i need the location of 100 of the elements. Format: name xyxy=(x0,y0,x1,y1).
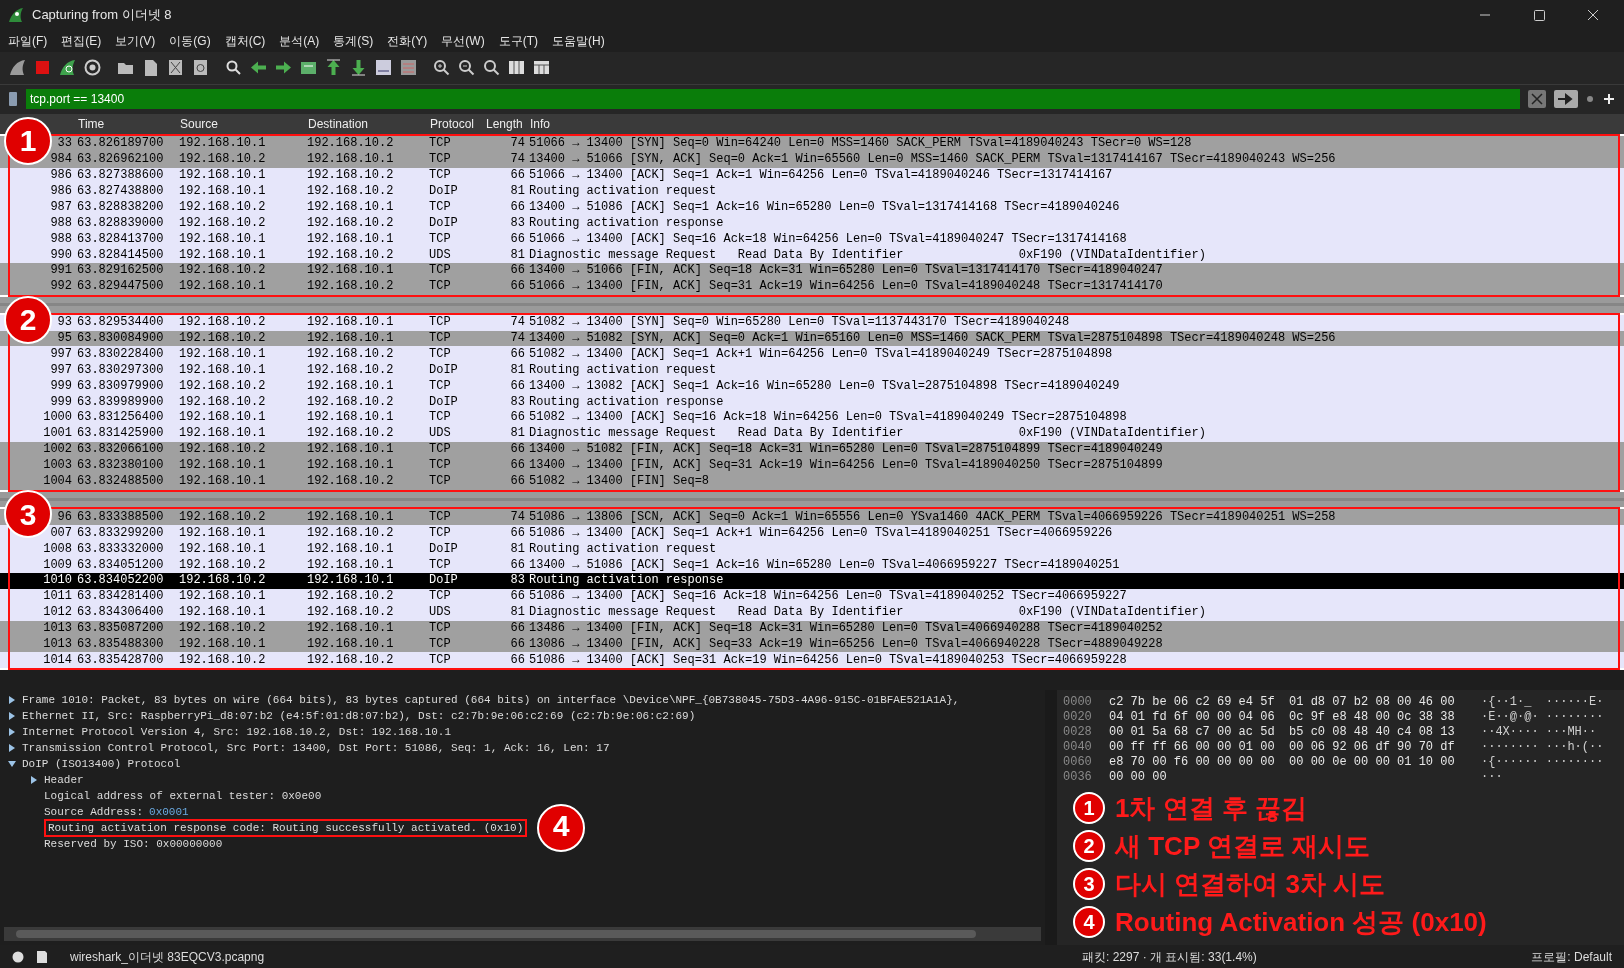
profile-label[interactable]: 프로필: Default xyxy=(1531,947,1612,966)
column-header[interactable]: Protocol xyxy=(429,114,485,133)
table-cell: 192.168.10.1 xyxy=(307,459,394,473)
display-filter-field[interactable]: tcp.port == 13400 xyxy=(26,89,1520,110)
table-cell: Diagnostic message Request Read Data By Identifier 0xF190 (VINDataIdentifier) xyxy=(529,606,1206,620)
packet-row[interactable]: 1008 63.833332000 192.168.10.1 192.168.10.1 DoIP 81 Routing activation request xyxy=(0,541,1624,558)
colorize-icon[interactable] xyxy=(399,58,418,78)
table-cell: 1003 xyxy=(43,459,72,473)
zoom-in-icon[interactable] xyxy=(432,58,451,78)
packet-row[interactable]: 990 63.828414500 192.168.10.1 192.168.10.2 UDS 81 Diagnostic message Request Read Data By Identifier 0xF190 (VINDataIdentifier) xyxy=(0,247,1624,264)
zoom-out-icon[interactable] xyxy=(457,58,476,78)
table-cell: 192.168.10.1 xyxy=(179,137,266,151)
packet-row[interactable]: 988 63.828413700 192.168.10.1 192.168.10.1 TCP 66 51066 → 13400 [ACK] Seq=16 Ack=18 Win=64256 Len=0 TSval=4189040247 TSecr=1317414168 xyxy=(0,231,1624,248)
menu-item[interactable]: 통계(S) xyxy=(333,32,374,50)
table-cell: 192.168.10.2 xyxy=(307,526,394,540)
table-cell: UDS xyxy=(429,606,451,620)
packet-row[interactable]: 1000 63.831256400 192.168.10.1 192.168.10.1 TCP 66 51082 → 13400 [ACK] Seq=16 Ack=18 Win=64256 Len=0 TSval=4189040249 TSecr=2875104898 xyxy=(0,410,1624,426)
detail-text[interactable]: Transmission Control Protocol, Src Port: 13400, Dst Port: 51086, Seq: 1, Ack: 16, Len: 17 xyxy=(22,741,610,756)
table-cell: 63.829162500 xyxy=(77,264,164,278)
note-icon[interactable] xyxy=(36,949,48,964)
menu-item[interactable]: 분석(A) xyxy=(279,32,320,50)
link[interactable]: 0x0001 xyxy=(149,804,189,821)
table-cell: 13400 → 51066 [FIN, ACK] Seq=18 Ack=31 Win=65280 Len=0 TSval=1317414170 TSecr=4189040247 xyxy=(529,264,1163,278)
table-cell: 95 xyxy=(57,332,72,346)
packet-row[interactable]: 991 63.829162500 192.168.10.2 192.168.10.1 TCP 66 13400 → 51066 [FIN, ACK] Seq=18 Ack=31 Win=65280 Len=0 TSval=1317414170 TSecr=4189040247 xyxy=(0,263,1624,279)
detail-text[interactable]: Reserved by ISO: 0x00000000 xyxy=(44,837,223,852)
menu-item[interactable]: 보기(V) xyxy=(115,32,156,50)
target-icon[interactable] xyxy=(83,58,102,78)
circle-icon[interactable] xyxy=(12,950,24,963)
menu-item[interactable]: 전화(Y) xyxy=(387,32,428,50)
menu-item[interactable]: 캡처(C) xyxy=(224,32,266,50)
clear-icon[interactable] xyxy=(1528,90,1546,109)
column-header[interactable]: Source xyxy=(179,114,307,133)
highlighted-detail-text[interactable]: Routing activation response code: Routing successfully activated. (0x10) xyxy=(44,819,528,838)
packet-row[interactable]: 997 63.830297300 192.168.10.1 192.168.10.2 DoIP 81 Routing activation request xyxy=(0,362,1624,379)
table-cell: 74 xyxy=(510,137,525,151)
number-badge: 4 xyxy=(1073,906,1105,939)
triangle-right-icon[interactable] xyxy=(30,776,38,785)
menu-item[interactable]: 이동(G) xyxy=(169,32,211,50)
reload-file-icon[interactable] xyxy=(191,58,210,78)
table-cell: 66 xyxy=(510,653,525,667)
column-header[interactable]: Info xyxy=(529,114,1624,133)
detail-text[interactable]: Logical address of external tester: 0x0e00 xyxy=(44,789,322,804)
table-cell: 13400 → 13082 [ACK] Seq=1 Ack=16 Win=65280 Len=0 TSval=2875104898 TSecr=4189040249 xyxy=(529,379,1120,393)
packet-row[interactable]: 999 63.830979900 192.168.10.2 192.168.10.1 TCP 66 13400 → 13082 [ACK] Seq=1 Ack=16 Win=65280 Len=0 TSval=2875104898 TSecr=4189040249 xyxy=(0,378,1624,395)
table-cell: 988 xyxy=(50,216,72,230)
menu-item[interactable]: 파일(F) xyxy=(8,32,48,50)
menu-item[interactable]: 도움말(H) xyxy=(552,32,605,50)
detail-text[interactable]: DoIP (ISO13400) Protocol xyxy=(22,757,181,772)
plus-icon[interactable] xyxy=(1602,92,1616,107)
packet-row[interactable]: 999 63.839989900 192.168.10.2 192.168.10.2 DoIP 83 Routing activation response xyxy=(0,394,1624,411)
arrow-up-icon[interactable] xyxy=(324,58,343,78)
menu-item[interactable]: 편집(E) xyxy=(61,32,102,50)
triangle-right-icon[interactable] xyxy=(8,712,16,721)
column-header[interactable]: Length xyxy=(485,114,529,133)
shark-fin-icon[interactable] xyxy=(8,58,27,78)
zoom-reset-icon[interactable] xyxy=(482,58,501,78)
close-file-icon[interactable] xyxy=(166,58,185,78)
arrow-down-icon[interactable] xyxy=(349,58,368,78)
menu-item[interactable]: 무선(W) xyxy=(441,32,485,50)
table-cell: 63.831425900 xyxy=(77,427,164,441)
triangle-down-icon[interactable] xyxy=(8,760,16,769)
triangle-right-icon[interactable] xyxy=(8,744,16,753)
table-cell: 83 xyxy=(510,574,525,588)
packet-row[interactable]: 987 63.828838200 192.168.10.2 192.168.10.1 TCP 66 13400 → 51086 [ACK] Seq=1 Ack=16 Win=65280 Len=0 TSval=1317414168 TSecr=4189040246 xyxy=(0,199,1624,216)
detail-text[interactable]: Header xyxy=(44,773,84,788)
packet-row[interactable]: 988 63.828839000 192.168.10.2 192.168.10.2 DoIP 83 Routing activation response xyxy=(0,215,1624,232)
column-header[interactable]: Time xyxy=(77,114,179,133)
detail-text[interactable]: Frame 1010: Packet, 83 bytes on wire (664 bits), 83 bytes captured (664 bits) on interface \Device\NPF_{0B738045-75D3-4A96-915C-01BFAE521A1A}, xyxy=(22,693,960,708)
dot-icon[interactable] xyxy=(1586,95,1594,104)
table-cell: TCP xyxy=(429,200,451,214)
table-cell: 66 xyxy=(510,280,525,294)
table-cell: 96 xyxy=(57,510,72,524)
triangle-right-icon[interactable] xyxy=(8,696,16,705)
hex-bytes: 00 00 00 xyxy=(1109,768,1168,786)
table-cell: 192.168.10.1 xyxy=(179,411,266,425)
horizontal-scrollbar[interactable] xyxy=(4,927,1041,942)
triangle-right-icon[interactable] xyxy=(8,728,16,737)
packet-row[interactable]: 1014 63.835428700 192.168.10.2 192.168.10.2 TCP 66 51086 → 13400 [ACK] Seq=31 Ack=19 Win=64256 Len=0 TSval=4189040253 TSecr=4066959228 xyxy=(0,652,1624,669)
table-cell: 192.168.10.2 xyxy=(307,169,394,183)
table-cell: DoIP xyxy=(429,185,458,198)
hex-bytes: 04 01 fd 6f 00 00 04 06 0c 9f e8 48 00 0c 38 38 xyxy=(1109,708,1456,726)
autoscroll-icon[interactable] xyxy=(374,58,393,78)
table-cell: 13400 → 51086 [ACK] Seq=1 Ack=16 Win=65280 Len=0 TSval=1317414168 TSecr=4189040246 xyxy=(529,200,1120,214)
detail-text[interactable]: Internet Protocol Version 4, Src: 192.168.10.2, Dst: 192.168.10.1 xyxy=(22,725,452,740)
column-header[interactable]: Destination xyxy=(307,114,429,133)
menu-item[interactable]: 도구(T) xyxy=(498,32,538,50)
table-cell: 192.168.10.1 xyxy=(307,264,394,278)
table-cell: 192.168.10.2 xyxy=(179,574,266,588)
table-cell: 986 xyxy=(50,185,72,198)
bookmark-icon[interactable] xyxy=(8,91,18,108)
packet-row[interactable]: 007 63.833299200 192.168.10.1 192.168.10.2 TCP 66 51086 → 13400 [ACK] Seq=1 Ack+1 Win=64256 Len=0 TSval=4189040251 TSecr=4066959226 xyxy=(0,525,1624,542)
packet-row[interactable]: 997 63.830228400 192.168.10.1 192.168.10.2 TCP 66 51082 → 13400 [ACK] Seq=1 Ack+1 Win=64256 Len=0 TSval=4189040249 TSecr=2875104898 xyxy=(0,346,1624,363)
packet-row[interactable]: 1009 63.834051200 192.168.10.2 192.168.10.1 TCP 66 13400 → 51086 [ACK] Seq=1 Ack=16 Win=65280 Len=0 TSval=4066959227 TSecr=4189040251 xyxy=(0,557,1624,573)
table-cell: 192.168.10.2 xyxy=(307,347,394,361)
table-cell: 63.835087200 xyxy=(77,622,164,636)
detail-text[interactable]: Ethernet II, Src: RaspberryPi_d8:07:b2 (e4:5f:01:d8:07:b2), Dst: c2:7b:9e:06:c2:69 (c2:7b:9e:06:c2:69) xyxy=(22,709,696,724)
restart-fin-icon[interactable] xyxy=(58,58,77,78)
table-cell: 1011 xyxy=(43,590,72,604)
table-cell: 66 xyxy=(510,443,525,457)
